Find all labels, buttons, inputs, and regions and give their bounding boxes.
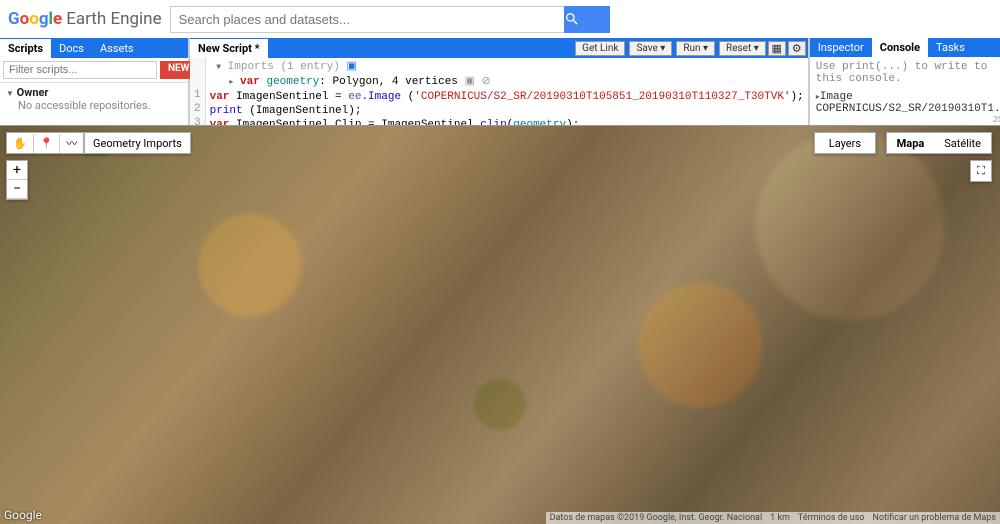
reset-button[interactable]: Reset ▾ [719, 41, 766, 56]
script-tree: ▼ Owner No accessible repositories. [0, 83, 188, 115]
collapse-icon[interactable]: ▼ [6, 89, 14, 98]
line-icon[interactable]: 〰 [60, 132, 84, 154]
save-button[interactable]: Save ▾ [629, 41, 672, 56]
layers-button[interactable]: Layers [814, 132, 876, 154]
left-tabs: Scripts Docs Assets [0, 38, 188, 58]
zoom-out-button[interactable]: − [7, 180, 27, 199]
tab-tasks[interactable]: Tasks [928, 38, 973, 57]
code-body[interactable]: ▼ Imports (1 entry) ▣ ▸ var geometry: Po… [206, 58, 808, 125]
console-hint: Use print(...) to write to this console. [816, 61, 1000, 85]
tab-scripts[interactable]: Scripts [0, 39, 51, 58]
tab-inspector[interactable]: Inspector [810, 38, 872, 57]
console-panel: Inspector Console Tasks Use print(...) t… [810, 38, 1000, 125]
tab-assets[interactable]: Assets [92, 39, 142, 58]
getlink-button[interactable]: Get Link [575, 41, 625, 56]
zoom-in-button[interactable]: + [7, 161, 27, 180]
console-entry[interactable]: Image COPERNICUS/S2_SR/20190310T1... [816, 91, 1000, 115]
map-type-toggle: Mapa Satélite [886, 132, 992, 154]
maptype-map[interactable]: Mapa [887, 134, 935, 153]
maptype-satellite[interactable]: Satélite [934, 134, 991, 153]
gutter: 1234 [190, 58, 206, 125]
owner-label: Owner [17, 86, 49, 99]
map[interactable]: ✋ 📍 〰 ▱ Geometry Imports Layers Mapa Sat… [0, 126, 1000, 524]
script-title[interactable]: New Script * [190, 39, 268, 58]
code-editor[interactable]: 1234 ▼ Imports (1 entry) ▣ ▸ var geometr… [190, 58, 808, 125]
attrib-scale: 1 km [770, 513, 790, 523]
search-icon [564, 11, 580, 27]
json-label[interactable]: JSON [992, 115, 1000, 125]
hand-icon[interactable]: ✋ [7, 134, 34, 153]
geometry-imports-button[interactable]: Geometry Imports [84, 132, 191, 154]
search-button[interactable] [564, 6, 610, 33]
panels: Scripts Docs Assets NEW ▼ Owner No acces… [0, 38, 1000, 126]
search-bar [170, 6, 610, 33]
scripts-panel: Scripts Docs Assets NEW ▼ Owner No acces… [0, 38, 190, 125]
search-input[interactable] [170, 6, 564, 33]
gear-icon[interactable]: ⚙ [788, 41, 806, 56]
logo: Google Earth Engine [8, 9, 162, 29]
tab-docs[interactable]: Docs [51, 39, 92, 58]
filter-input[interactable] [3, 61, 157, 79]
right-tabs: Inspector Console Tasks [810, 38, 1000, 57]
attrib-report[interactable]: Notificar un problema de Maps [873, 513, 996, 523]
editor-toolbar: New Script * Get Link Save ▾ Run ▾ Reset… [190, 38, 808, 58]
editor-panel: New Script * Get Link Save ▾ Run ▾ Reset… [190, 38, 810, 125]
google-watermark: Google [4, 508, 42, 522]
fullscreen-button[interactable]: ⛶ [970, 160, 992, 182]
no-repos-text: No accessible repositories. [6, 99, 182, 112]
marker-icon[interactable]: 📍 [34, 134, 61, 153]
zoom-control: + − [6, 160, 28, 200]
console-body: Use print(...) to write to this console.… [810, 57, 1000, 129]
tab-console[interactable]: Console [872, 38, 928, 57]
attrib-data: Datos de mapas ©2019 Google, Inst. Geogr… [550, 513, 763, 523]
filter-row: NEW [0, 58, 188, 83]
apps-icon[interactable]: ▦ [768, 41, 786, 56]
header: Google Earth Engine [0, 0, 1000, 38]
attrib-terms[interactable]: Términos de uso [798, 513, 865, 523]
run-button[interactable]: Run ▾ [676, 41, 715, 56]
attribution: Datos de mapas ©2019 Google, Inst. Geogr… [546, 512, 1000, 524]
